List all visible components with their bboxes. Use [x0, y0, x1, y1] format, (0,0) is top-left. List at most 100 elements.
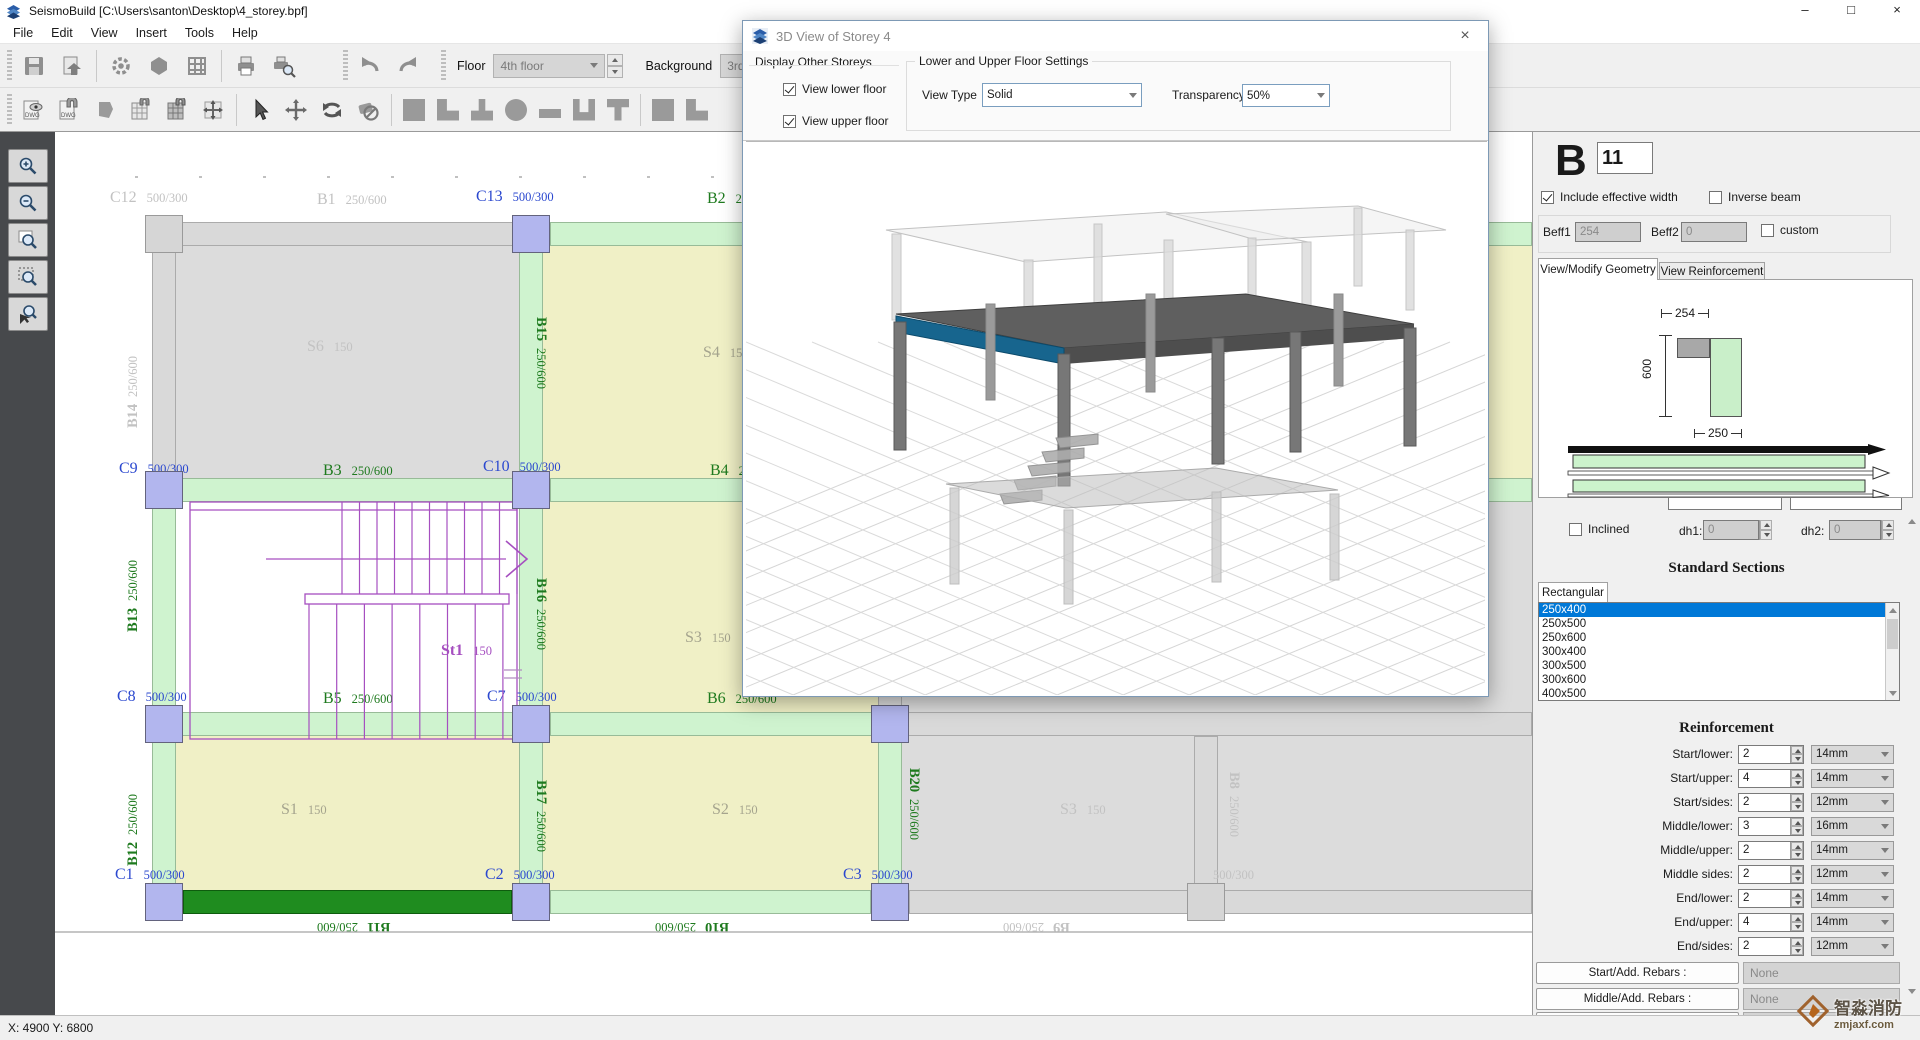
section-shape-rectangular[interactable]	[399, 95, 429, 125]
menu-insert[interactable]: Insert	[127, 24, 176, 42]
column-c8[interactable]	[145, 705, 183, 743]
import-dwg-button[interactable]	[53, 48, 91, 84]
undo-button[interactable]	[351, 48, 389, 84]
tab-rectangular[interactable]: Rectangular	[1538, 582, 1608, 602]
beam-b5[interactable]	[145, 712, 550, 736]
section-shape-inverted-t[interactable]	[467, 95, 497, 125]
column-c6[interactable]	[871, 705, 909, 743]
column-c9[interactable]	[145, 471, 183, 509]
zoom-selection-button[interactable]	[8, 297, 48, 331]
minimize-button[interactable]: –	[1782, 0, 1828, 22]
count-field[interactable]: 2	[1738, 841, 1804, 860]
menu-view[interactable]: View	[82, 24, 127, 42]
print-preview-button[interactable]	[265, 48, 303, 84]
beam-b11-selected[interactable]	[183, 890, 512, 914]
sections-listbox[interactable]: 250x400 250x500 250x600 300x400 300x500 …	[1538, 602, 1900, 701]
beam-b10[interactable]	[550, 890, 871, 914]
select-cursor-button[interactable]	[242, 93, 278, 127]
dialog-close-button[interactable]: ×	[1444, 21, 1486, 50]
size-select[interactable]: 14mm	[1811, 769, 1894, 788]
size-select[interactable]: 12mm	[1811, 865, 1894, 884]
section-shape-l[interactable]	[433, 95, 463, 125]
view-type-select[interactable]: Solid	[982, 83, 1142, 107]
polygon-tool-button[interactable]	[87, 93, 123, 127]
beam-b7-background[interactable]	[902, 712, 1532, 736]
view-upper-floor-checkbox[interactable]: View upper floor	[783, 114, 889, 128]
grid-snap-button[interactable]	[123, 93, 159, 127]
count-field[interactable]: 2	[1738, 793, 1804, 812]
delete-tool-button[interactable]	[350, 93, 386, 127]
size-select[interactable]: 16mm	[1811, 817, 1894, 836]
zoom-out-button[interactable]	[8, 186, 48, 220]
column-c10[interactable]	[512, 471, 550, 509]
include-effective-width-checkbox[interactable]: Include effective width	[1541, 190, 1678, 204]
dwg-snap-button[interactable]: DWG	[51, 93, 87, 127]
count-field[interactable]: 2	[1738, 889, 1804, 908]
transparency-select[interactable]: 50%	[1242, 84, 1330, 107]
count-field[interactable]: 3	[1738, 817, 1804, 836]
column-c2[interactable]	[512, 883, 550, 921]
section-shape-u[interactable]	[569, 95, 599, 125]
size-select[interactable]: 14mm	[1811, 889, 1894, 908]
section-item[interactable]: 400x500	[1539, 687, 1899, 701]
menu-edit[interactable]: Edit	[42, 24, 82, 42]
size-select[interactable]: 14mm	[1811, 745, 1894, 764]
column-c4-background[interactable]	[1187, 883, 1225, 921]
beam-b14-background[interactable]	[152, 246, 176, 478]
size-select[interactable]: 12mm	[1811, 793, 1894, 812]
dialog-3d-view[interactable]: 3D View of Storey 4 × Display Other Stor…	[742, 20, 1489, 697]
size-select[interactable]: 14mm	[1811, 913, 1894, 932]
count-field[interactable]: 2	[1738, 865, 1804, 884]
size-select[interactable]: 14mm	[1811, 841, 1894, 860]
inverse-beam-checkbox[interactable]: Inverse beam	[1709, 190, 1801, 204]
zoom-extents-button[interactable]	[8, 223, 48, 257]
view-lower-floor-checkbox[interactable]: View lower floor	[783, 82, 886, 96]
maximize-button[interactable]: □	[1828, 0, 1874, 22]
start-add-rebars-button[interactable]: Start/Add. Rebars :	[1536, 962, 1739, 984]
grid-view-button[interactable]	[178, 48, 216, 84]
beam-b6[interactable]	[550, 712, 902, 736]
count-field[interactable]: 4	[1738, 913, 1804, 932]
slab-s6-background[interactable]	[176, 246, 519, 478]
column-c7[interactable]	[512, 705, 550, 743]
middle-add-rebars-button[interactable]: Middle/Add. Rebars :	[1536, 988, 1739, 1010]
menu-file[interactable]: File	[4, 24, 42, 42]
section-item[interactable]: 300x500	[1539, 659, 1899, 673]
close-button[interactable]: ×	[1874, 0, 1920, 22]
column-c3[interactable]	[871, 883, 909, 921]
section-shape-flat[interactable]	[535, 95, 565, 125]
zoom-in-button[interactable]	[8, 149, 48, 183]
menu-tools[interactable]: Tools	[176, 24, 223, 42]
dh1-spinner[interactable]	[1759, 520, 1772, 540]
section-shape-rectangular-2[interactable]	[648, 95, 678, 125]
panel-scroll-up[interactable]	[1905, 514, 1919, 528]
save-button[interactable]	[15, 48, 53, 84]
settings-gear-button[interactable]	[102, 48, 140, 84]
column-c12-background[interactable]	[145, 215, 183, 253]
count-field[interactable]: 2	[1738, 937, 1804, 956]
move-tool-button[interactable]	[278, 93, 314, 127]
beam-b8-background[interactable]	[1194, 736, 1218, 890]
floor-spinner[interactable]	[607, 54, 623, 78]
grid-move-button[interactable]	[195, 93, 231, 127]
redo-button[interactable]	[389, 48, 427, 84]
column-c1[interactable]	[145, 883, 183, 921]
section-item[interactable]: 300x600	[1539, 673, 1899, 687]
section-shape-t[interactable]	[603, 95, 633, 125]
panel-scroll-down[interactable]	[1905, 984, 1919, 998]
count-field[interactable]: 4	[1738, 769, 1804, 788]
column-c13[interactable]	[512, 215, 550, 253]
scrollbar-thumb[interactable]	[1887, 619, 1898, 649]
tab-view-modify-geometry[interactable]: View/Modify Geometry	[1538, 258, 1658, 280]
beam-b13[interactable]	[152, 502, 176, 712]
count-field[interactable]: 2	[1738, 745, 1804, 764]
dh2-spinner[interactable]	[1881, 520, 1894, 540]
section-item[interactable]: 250x600	[1539, 631, 1899, 645]
beam-b1[interactable]	[145, 222, 550, 246]
beam-b3[interactable]	[145, 478, 550, 502]
zoom-window-button[interactable]	[8, 260, 48, 294]
section-shape-l-2[interactable]	[682, 95, 712, 125]
section-shape-circular[interactable]	[501, 95, 531, 125]
list-scrollbar[interactable]	[1885, 603, 1899, 700]
dwg-view-button[interactable]: DWG	[15, 93, 51, 127]
